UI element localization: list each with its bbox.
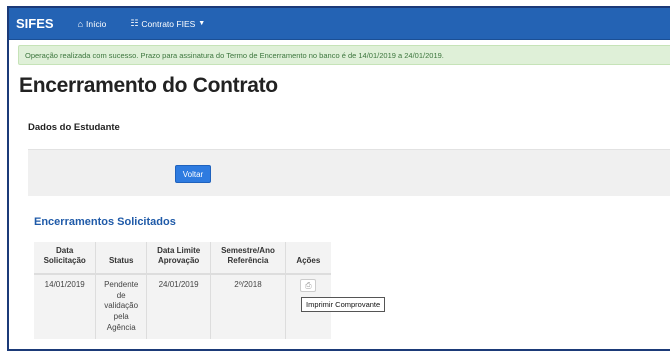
nav-item-label: Início [86,18,107,29]
student-data-panel [28,149,670,196]
brand-logo[interactable]: SIFES [9,16,66,31]
nav-item-inicio[interactable]: ⌂ Início [66,8,119,39]
column-header-semestre-ano: Semestre/Ano Referência [210,242,286,275]
table-header-row: Data Solicitação Status Data Limite Apro… [34,242,331,275]
print-icon: ⎙ [305,280,312,290]
caret-down-icon: ▼ [198,20,206,27]
cell-semestre-ano: 2º/2018 [210,273,286,339]
print-tooltip: Imprimir Comprovante [301,297,386,312]
print-receipt-button[interactable]: ⎙ [300,278,317,292]
nav-item-contrato-fies[interactable]: ☷ Contrato FIES ▼ [118,8,217,39]
requests-section-title: Encerramentos Solicitados [34,216,176,228]
column-header-status: Status [95,242,147,275]
nav-item-label: Contrato FIES [141,18,196,29]
page-title: Encerramento do Contrato [19,74,278,97]
column-header-acoes: Ações [284,242,331,275]
back-button[interactable]: Voltar [175,165,211,183]
table-row: 14/01/2019 Pendente de validação pela Ag… [34,273,331,339]
section-label-dados-estudante: Dados do Estudante [28,122,120,133]
alert-message: Operação realizada com sucesso. Prazo pa… [25,50,444,60]
home-icon: ⌂ [77,18,84,29]
cell-data-limite: 24/01/2019 [145,273,211,339]
cell-data-solicitacao: 14/01/2019 [44,279,85,289]
success-alert: Operação realizada com sucesso. Prazo pa… [18,45,670,65]
top-navbar: SIFES ⌂ Início ☷ Contrato FIES ▼ [9,8,670,40]
column-header-data-solicitacao: Data Solicitação [34,242,96,275]
list-icon: ☷ [130,18,139,28]
column-header-data-limite: Data Limite Aprovação [145,242,211,275]
requests-table: Data Solicitação Status Data Limite Apro… [34,242,331,339]
cell-status: Pendente de validação pela Agência [95,273,147,339]
